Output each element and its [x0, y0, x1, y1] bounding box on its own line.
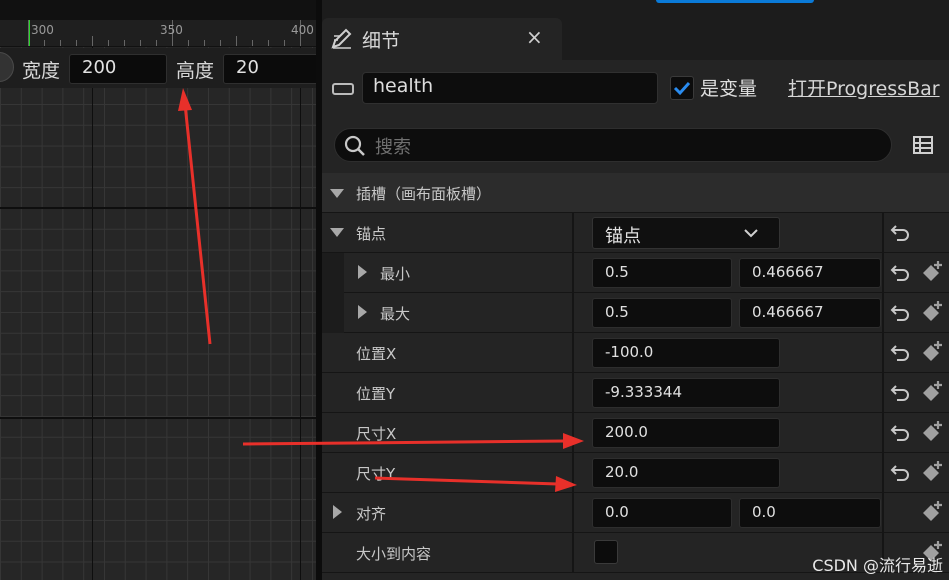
is-variable-checkbox[interactable]	[670, 76, 694, 100]
section-title: 插槽（画布面板槽）	[356, 185, 492, 203]
alignment-label: 对齐	[356, 505, 387, 523]
anchors-row: 锚点 锚点	[322, 213, 949, 253]
ruler-label: 350	[160, 23, 183, 37]
add-keyframe-icon[interactable]	[920, 380, 944, 404]
size-y-label: 尺寸Y	[356, 465, 396, 483]
add-keyframe-icon[interactable]	[920, 420, 944, 444]
tab-title: 细节	[362, 30, 401, 52]
chevron-down-icon	[744, 229, 758, 238]
tab-details[interactable]: 细节 ×	[322, 18, 562, 60]
reset-to-default-icon[interactable]	[890, 262, 910, 282]
ruler-label: 400	[291, 23, 314, 37]
size-x-row: 尺寸X 200.0	[322, 413, 949, 453]
search-placeholder: 搜索	[375, 137, 411, 158]
anchors-dropdown[interactable]: 锚点	[592, 217, 780, 249]
is-variable-label: 是变量	[700, 78, 758, 100]
height-label: 高度	[176, 60, 215, 82]
reset-to-default-icon[interactable]	[890, 462, 910, 482]
size-y-input[interactable]: 20.0	[592, 458, 780, 488]
anchors-dropdown-value: 锚点	[605, 226, 641, 247]
alignment-x-input[interactable]: 0.0	[592, 498, 732, 528]
expand-arrow-icon[interactable]	[358, 265, 367, 279]
widget-name-input[interactable]: health	[362, 72, 658, 104]
add-keyframe-icon[interactable]	[920, 340, 944, 364]
width-input[interactable]: 200	[69, 54, 167, 84]
open-progressbar-link[interactable]: 打开ProgressBar	[788, 74, 940, 101]
search-icon	[344, 135, 365, 156]
details-body: health 是变量 打开ProgressBar 搜索 插槽（画布面板槽） 锚点…	[322, 60, 949, 580]
close-tab-button[interactable]: ×	[526, 25, 543, 49]
toolbar-accent	[656, 0, 814, 3]
alignment-y-input[interactable]: 0.0	[739, 498, 881, 528]
reset-to-default-icon[interactable]	[890, 302, 910, 322]
add-keyframe-icon[interactable]	[920, 500, 944, 524]
viewport-toolbar	[0, 0, 322, 20]
anchors-label: 锚点	[356, 225, 387, 243]
position-y-input[interactable]: -9.333344	[592, 378, 780, 408]
min-label: 最小	[380, 265, 411, 283]
expand-arrow-icon[interactable]	[358, 305, 367, 319]
details-panel: 细节 × health 是变量 打开ProgressBar 搜索 插槽（画布面板…	[322, 0, 949, 580]
anchor-max-x-input[interactable]: 0.5	[592, 298, 732, 328]
collapse-arrow-icon	[330, 189, 344, 198]
reset-to-default-icon[interactable]	[890, 422, 910, 442]
expand-arrow-icon[interactable]	[333, 505, 342, 519]
size-y-row: 尺寸Y 20.0	[322, 453, 949, 493]
position-y-label: 位置Y	[356, 385, 396, 403]
watermark: CSDN @流行易逝	[812, 556, 943, 575]
ruler-label: 300	[31, 23, 54, 37]
position-x-row: 位置X -100.0	[322, 333, 949, 373]
reset-to-default-icon[interactable]	[890, 342, 910, 362]
position-x-input[interactable]: -100.0	[592, 338, 780, 368]
add-keyframe-icon[interactable]	[920, 260, 944, 284]
position-x-label: 位置X	[356, 345, 397, 363]
width-label: 宽度	[22, 60, 61, 82]
position-y-row: 位置Y -9.333344	[322, 373, 949, 413]
checkmark-icon	[673, 81, 691, 96]
size-to-content-checkbox[interactable]	[594, 540, 618, 564]
max-label: 最大	[380, 305, 411, 323]
size-x-label: 尺寸X	[356, 425, 397, 443]
add-keyframe-icon[interactable]	[920, 300, 944, 324]
table-view-icon[interactable]	[912, 134, 934, 156]
anchor-max-row: 最大 0.5 0.466667	[322, 293, 949, 333]
reset-to-default-icon[interactable]	[890, 222, 910, 242]
slot-section-header[interactable]: 插槽（画布面板槽）	[322, 173, 949, 213]
height-input[interactable]: 20	[223, 54, 319, 84]
size-to-content-label: 大小到内容	[356, 545, 432, 563]
progressbar-widget-icon	[332, 83, 354, 95]
designer-viewport[interactable]: 300 350 400 宽度 200 高度 20	[0, 0, 322, 580]
expand-arrow-icon[interactable]	[330, 228, 344, 237]
anchor-min-x-input[interactable]: 0.5	[592, 258, 732, 288]
size-x-input[interactable]: 200.0	[592, 418, 780, 448]
grid-major-line	[0, 417, 322, 419]
anchor-min-y-input[interactable]: 0.466667	[739, 258, 881, 288]
anchor-max-y-input[interactable]: 0.466667	[739, 298, 881, 328]
add-keyframe-icon[interactable]	[920, 460, 944, 484]
alignment-row: 对齐 0.0 0.0	[322, 493, 949, 533]
reset-to-default-icon[interactable]	[890, 382, 910, 402]
grid-major-line	[0, 207, 322, 209]
details-pencil-icon	[331, 28, 352, 49]
horizontal-ruler: 300 350 400	[0, 20, 322, 47]
anchor-min-row: 最小 0.5 0.466667	[322, 253, 949, 293]
search-input[interactable]: 搜索	[334, 128, 892, 162]
